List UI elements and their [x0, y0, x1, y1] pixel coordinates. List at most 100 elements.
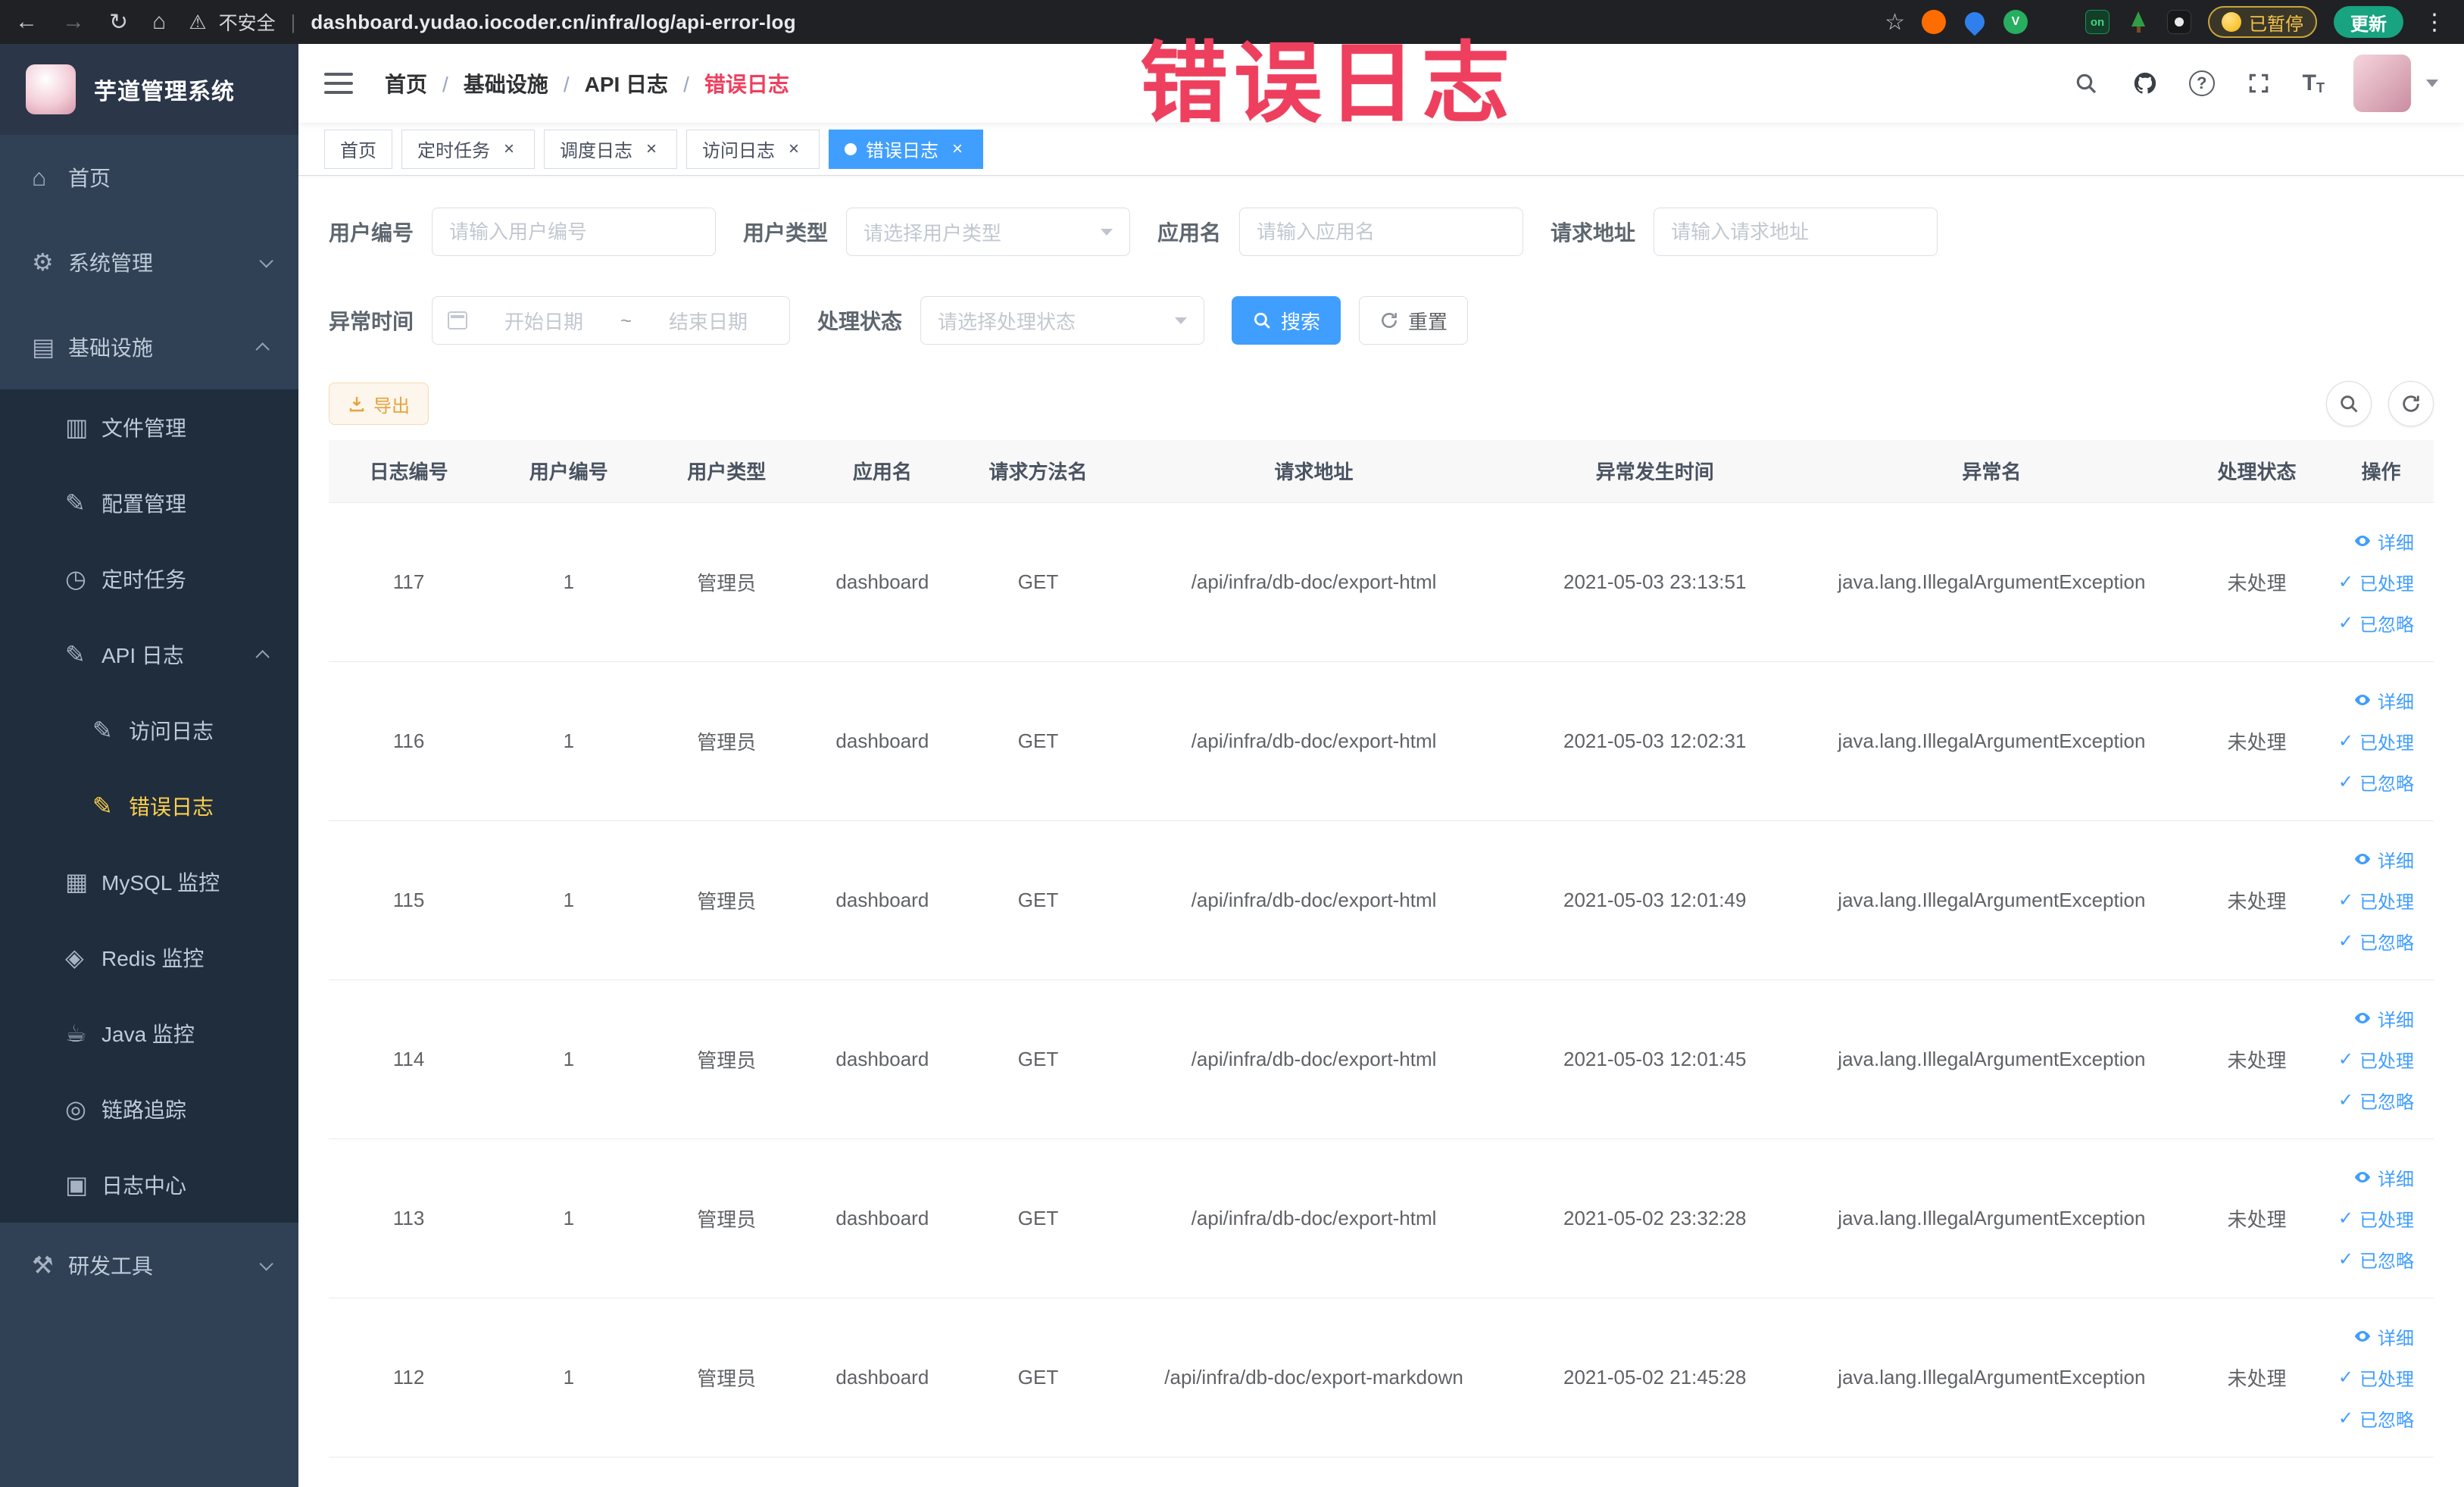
- ext-droplet-icon[interactable]: [1960, 8, 1989, 36]
- detail-link[interactable]: 详细: [2328, 839, 2414, 879]
- check-icon: ✓: [2338, 1248, 2353, 1270]
- mark-processed-link[interactable]: ✓ 已处理: [2328, 1039, 2414, 1079]
- sidebar-item[interactable]: ✎ 错误日志: [0, 768, 298, 844]
- address-bar[interactable]: ⚠ 不安全 | dashboard.yudao.iocoder.cn/infra…: [189, 8, 796, 36]
- request-url-input[interactable]: [1654, 208, 1938, 256]
- reload-icon[interactable]: ↻: [109, 9, 128, 36]
- detail-link[interactable]: 详细: [2328, 998, 2414, 1039]
- search-icon[interactable]: [2071, 68, 2101, 98]
- avatar-caret-icon[interactable]: [2426, 80, 2438, 87]
- sidebar-item[interactable]: ▥ 文件管理: [0, 389, 298, 465]
- search-button[interactable]: 搜索: [1232, 296, 1341, 345]
- breadcrumb-item[interactable]: 错误日志: [668, 68, 789, 98]
- close-icon[interactable]: [784, 139, 804, 159]
- github-icon[interactable]: [2130, 68, 2160, 98]
- sidebar-toggle-icon[interactable]: [324, 73, 353, 94]
- mark-ignored-link[interactable]: ✓ 已忽略: [2328, 1239, 2414, 1279]
- close-icon[interactable]: [499, 139, 519, 159]
- detail-link[interactable]: 详细: [2328, 520, 2414, 561]
- cell-exception-time: 2021-05-03 12:01:45: [1511, 979, 1798, 1139]
- process-status-select[interactable]: 请选择处理状态: [920, 296, 1205, 345]
- mark-ignored-link[interactable]: ✓ 已忽略: [2328, 761, 2414, 802]
- mark-ignored-link[interactable]: ✓ 已忽略: [2328, 1079, 2414, 1120]
- table-row: 117 1 管理员 dashboard GET /api/infra/db-do…: [329, 502, 2434, 662]
- chevron-icon: [255, 649, 270, 664]
- user-avatar[interactable]: [2353, 55, 2411, 112]
- help-icon[interactable]: [2188, 70, 2215, 96]
- ext-orange-icon[interactable]: [1922, 10, 1946, 34]
- browser-update-button[interactable]: 更新: [2334, 6, 2403, 38]
- cell-process-status: 未处理: [2185, 979, 2328, 1139]
- column-header: 用户编号: [489, 440, 649, 503]
- export-button[interactable]: 导出: [329, 383, 429, 425]
- log-center-icon: ▣: [65, 1171, 89, 1198]
- mark-ignored-link[interactable]: ✓ 已忽略: [2328, 1398, 2414, 1439]
- sidebar-item[interactable]: ⚒ 研发工具: [0, 1223, 298, 1307]
- cell-process-status: 未处理: [2185, 1139, 2328, 1298]
- ext-green-v-icon[interactable]: [2003, 10, 2028, 34]
- sidebar-item[interactable]: ☕ Java 监控: [0, 995, 298, 1071]
- app-name-input[interactable]: [1239, 208, 1524, 256]
- page-tab[interactable]: 访问日志: [686, 129, 820, 169]
- forward-icon[interactable]: →: [62, 9, 85, 35]
- bookmark-star-icon[interactable]: ☆: [1885, 9, 1905, 36]
- sidebar-item[interactable]: ⌂ 首页: [0, 135, 298, 220]
- user-type-select[interactable]: 请选择用户类型: [846, 208, 1131, 256]
- page-tab[interactable]: 首页: [324, 129, 392, 169]
- toggle-search-button[interactable]: [2326, 381, 2372, 426]
- cell-user-type: 管理员: [648, 1298, 805, 1457]
- home-icon[interactable]: ⌂: [152, 9, 166, 35]
- detail-link[interactable]: 详细: [2328, 1157, 2414, 1198]
- refresh-button[interactable]: [2388, 381, 2434, 426]
- page-tab[interactable]: 调度日志: [544, 129, 677, 169]
- mark-processed-link[interactable]: ✓ 已处理: [2328, 1357, 2414, 1398]
- sidebar-item[interactable]: ✎ 访问日志: [0, 692, 298, 768]
- page-tab[interactable]: 错误日志: [829, 129, 983, 169]
- sidebar-item[interactable]: ◎ 链路追踪: [0, 1071, 298, 1147]
- cell-exception-name: java.lang.IllegalArgumentException: [1797, 979, 2186, 1139]
- check-icon: ✓: [2338, 612, 2353, 633]
- mark-processed-link[interactable]: ✓ 已处理: [2328, 561, 2414, 602]
- cell-request-url: /api/infra/db-doc/export-markdown: [1116, 1298, 1512, 1457]
- sidebar-item[interactable]: ▦ MySQL 监控: [0, 844, 298, 920]
- sidebar-item[interactable]: ⚙ 系统管理: [0, 220, 298, 305]
- paused-extension-button[interactable]: 已暂停: [2208, 6, 2317, 38]
- font-size-icon[interactable]: [2303, 70, 2325, 96]
- mark-processed-link[interactable]: ✓ 已处理: [2328, 1198, 2414, 1239]
- page-tab[interactable]: 定时任务: [401, 129, 535, 169]
- cell-request-url: /api/infra/db-doc/export-html: [1116, 1139, 1512, 1298]
- sidebar-item[interactable]: ▤ 基础设施: [0, 305, 298, 389]
- reset-button[interactable]: 重置: [1359, 296, 1469, 345]
- fullscreen-icon[interactable]: [2244, 68, 2274, 98]
- close-icon[interactable]: [948, 139, 967, 159]
- dev-tools-icon: ⚒: [32, 1251, 54, 1279]
- sidebar-item[interactable]: ✎ 配置管理: [0, 465, 298, 541]
- sidebar-item[interactable]: ▣ 日志中心: [0, 1147, 298, 1223]
- breadcrumb-item[interactable]: 基础设施: [427, 68, 548, 98]
- sidebar-item[interactable]: ◈ Redis 监控: [0, 920, 298, 995]
- cell-exception-name: java.lang.IllegalArgumentException: [1797, 1139, 2186, 1298]
- emoji-icon: [2222, 12, 2241, 32]
- back-icon[interactable]: ←: [15, 9, 38, 35]
- table-header-row: 日志编号 用户编号 用户类型 应用名 请求方法名 请求地址 异常发生时间 异常名…: [329, 440, 2434, 503]
- close-icon[interactable]: [642, 139, 661, 159]
- table-row: 115 1 管理员 dashboard GET /api/infra/db-do…: [329, 820, 2434, 980]
- sidebar-item[interactable]: ◷ 定时任务: [0, 541, 298, 617]
- user-id-input[interactable]: [432, 208, 717, 256]
- ext-plugin-icon[interactable]: [2167, 10, 2191, 34]
- breadcrumb-item[interactable]: 首页: [385, 68, 427, 98]
- mark-ignored-link[interactable]: ✓ 已忽略: [2328, 602, 2414, 643]
- chrome-menu-icon[interactable]: ⋮: [2420, 9, 2449, 36]
- ext-on-badge-icon[interactable]: on: [2085, 10, 2110, 34]
- mark-processed-link[interactable]: ✓ 已处理: [2328, 879, 2414, 920]
- app-logo[interactable]: 芋道管理系统: [0, 44, 298, 135]
- detail-link[interactable]: 详细: [2328, 679, 2414, 720]
- mark-processed-link[interactable]: ✓ 已处理: [2328, 720, 2414, 761]
- mark-ignored-link[interactable]: ✓ 已忽略: [2328, 920, 2414, 961]
- detail-link[interactable]: 详细: [2328, 1316, 2414, 1357]
- ext-grid-icon[interactable]: [2044, 10, 2069, 34]
- ext-tree-icon[interactable]: [2126, 10, 2150, 34]
- breadcrumb-item[interactable]: API 日志: [548, 68, 668, 98]
- date-range-picker[interactable]: 开始日期 ~ 结束日期: [432, 296, 791, 345]
- sidebar-item[interactable]: ✎ API 日志: [0, 617, 298, 692]
